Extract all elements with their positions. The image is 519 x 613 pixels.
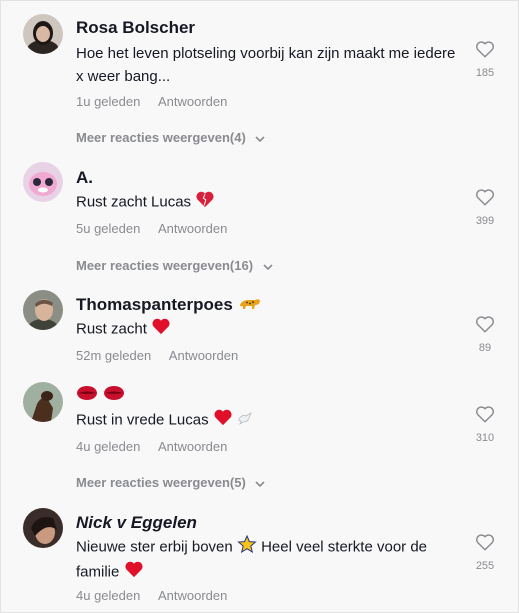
comment-time: 1u geleden: [76, 94, 141, 109]
comment-time: 52m geleden: [76, 348, 152, 363]
like-button[interactable]: 89: [470, 315, 500, 354]
lips-emoji: [76, 385, 98, 406]
red-heart-emoji: [151, 317, 171, 342]
comment-text: Hoe het leven plotseling voorbij kan zij…: [76, 45, 456, 85]
like-count: 310: [475, 432, 495, 444]
comment-time: 4u geleden: [76, 588, 141, 603]
reply-button[interactable]: Antwoorden: [158, 94, 227, 109]
view-more-replies-button[interactable]: Meer reacties weergeven(16): [76, 258, 273, 274]
comment-meta: 4u geleden Antwoorden: [76, 588, 227, 603]
comment-text: Rust in vrede Lucas: [76, 411, 209, 429]
comment-text-line: Rust zacht Lucas: [76, 190, 461, 215]
red-heart-emoji: [213, 408, 233, 433]
leopard-emoji: [238, 295, 262, 316]
comment-author[interactable]: Thomaspanterpoes: [76, 295, 233, 314]
reply-button[interactable]: Antwoorden: [158, 588, 227, 603]
avatar[interactable]: [23, 162, 63, 202]
chevron-down-icon: [255, 476, 266, 491]
view-more-replies-label: Meer reacties weergeven(5): [76, 475, 246, 490]
like-count: 255: [475, 560, 495, 572]
avatar[interactable]: [23, 508, 63, 548]
red-heart-emoji: [124, 560, 144, 585]
reply-button[interactable]: Antwoorden: [169, 348, 238, 363]
reply-button[interactable]: Antwoorden: [158, 221, 227, 236]
comment-text: Rust zacht: [76, 320, 147, 338]
comment-meta: 52m geleden Antwoorden: [76, 348, 238, 363]
avatar[interactable]: [23, 14, 63, 54]
comment-text-line: Nieuwe ster erbij boven Heel veel sterkt…: [76, 534, 461, 585]
like-button[interactable]: 255: [470, 533, 500, 572]
like-button[interactable]: 399: [470, 188, 500, 227]
avatar[interactable]: [23, 290, 63, 330]
comment-time: 5u geleden: [76, 221, 141, 236]
comment-meta: 4u geleden Antwoorden: [76, 439, 227, 454]
star-emoji: [237, 534, 257, 560]
view-more-replies-button[interactable]: Meer reacties weergeven(5): [76, 475, 266, 491]
comment-text-line: Rust in vrede Lucas: [76, 408, 461, 433]
avatar[interactable]: [23, 382, 63, 422]
reply-button[interactable]: Antwoorden: [158, 439, 227, 454]
like-count: 185: [475, 67, 495, 79]
heart-outline-icon[interactable]: [475, 405, 495, 423]
like-button[interactable]: 185: [470, 40, 500, 79]
chevron-down-icon: [263, 259, 273, 274]
comment-author[interactable]: Rosa Bolscher: [76, 18, 195, 38]
like-count: 89: [478, 342, 492, 354]
comment-time: 4u geleden: [76, 439, 141, 454]
comment-author[interactable]: A.: [76, 168, 93, 188]
heart-outline-icon[interactable]: [475, 315, 495, 333]
comment-text: Nieuwe ster erbij boven: [76, 538, 233, 556]
heart-outline-icon[interactable]: [475, 533, 495, 551]
comment-text: Rust zacht Lucas: [76, 193, 192, 211]
view-more-replies-label: Meer reacties weergeven(4): [76, 130, 246, 145]
comment-author-line: Thomaspanterpoes: [76, 295, 262, 316]
chevron-down-icon: [255, 131, 266, 146]
comment-text-line: Rust zacht: [76, 317, 461, 342]
view-more-replies-button[interactable]: Meer reacties weergeven(4): [76, 130, 266, 146]
heart-outline-icon[interactable]: [475, 40, 495, 58]
like-button[interactable]: 310: [470, 405, 500, 444]
lips-emoji: [103, 385, 125, 406]
comment-meta: 5u geleden Antwoorden: [76, 221, 227, 236]
like-count: 399: [475, 215, 495, 227]
comment-author-line: [76, 385, 125, 406]
heart-outline-icon[interactable]: [475, 188, 495, 206]
comment-meta: 1u geleden Antwoorden: [76, 94, 227, 109]
broken-heart-emoji: [195, 190, 215, 215]
dove-emoji: [237, 409, 253, 432]
view-more-replies-label: Meer reacties weergeven(16): [76, 258, 254, 273]
comment-author[interactable]: Nick v Eggelen: [76, 513, 197, 533]
